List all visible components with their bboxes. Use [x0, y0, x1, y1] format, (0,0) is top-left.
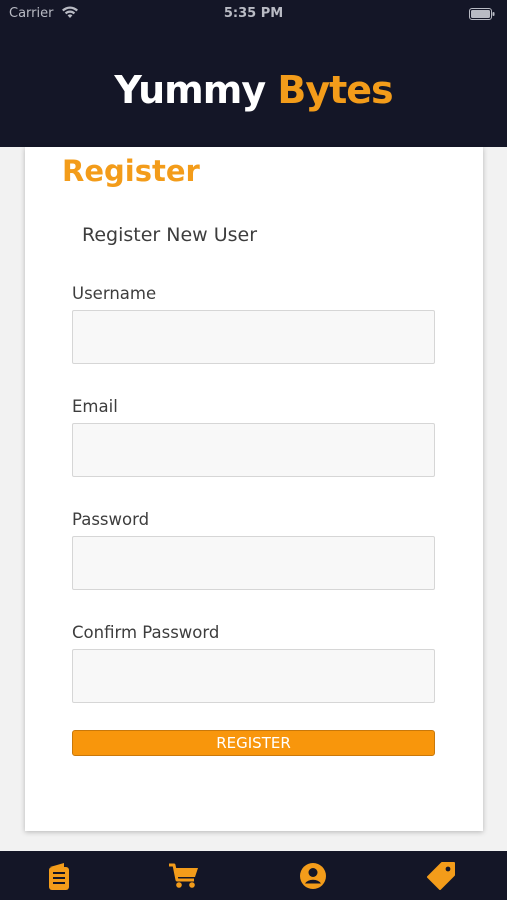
tab-cart[interactable]	[168, 860, 200, 892]
password-label: Password	[72, 510, 150, 529]
menu-icon	[49, 863, 69, 890]
tab-menu[interactable]	[43, 860, 75, 892]
tab-offers[interactable]	[425, 860, 457, 892]
logo-text-bytes: Bytes	[277, 68, 393, 112]
app-header: Carrier 5:35 PM Yummy Bytes	[0, 0, 507, 147]
app-logo: Yummy Bytes	[0, 66, 507, 114]
battery-icon	[469, 8, 495, 20]
confirm-password-label: Confirm Password	[72, 623, 220, 642]
email-label: Email	[72, 397, 118, 416]
cart-icon	[169, 863, 198, 888]
username-input[interactable]	[72, 310, 435, 364]
status-time: 5:35 PM	[223, 6, 284, 21]
status-bar: Carrier 5:35 PM	[0, 0, 507, 28]
password-input[interactable]	[72, 536, 435, 590]
bottom-tab-bar	[0, 851, 507, 900]
register-card: Register Register New User Username Emai…	[25, 147, 483, 831]
page-subtitle: Register New User	[82, 224, 258, 246]
logo-text-yummy: Yummy	[114, 68, 266, 112]
account-icon	[300, 863, 326, 889]
email-input[interactable]	[72, 423, 435, 477]
tab-account[interactable]	[297, 860, 329, 892]
username-label: Username	[72, 284, 157, 303]
confirm-password-input[interactable]	[72, 649, 435, 703]
tag-icon	[427, 862, 455, 890]
register-button[interactable]: REGISTER	[72, 730, 435, 756]
page-title: Register	[62, 154, 200, 188]
